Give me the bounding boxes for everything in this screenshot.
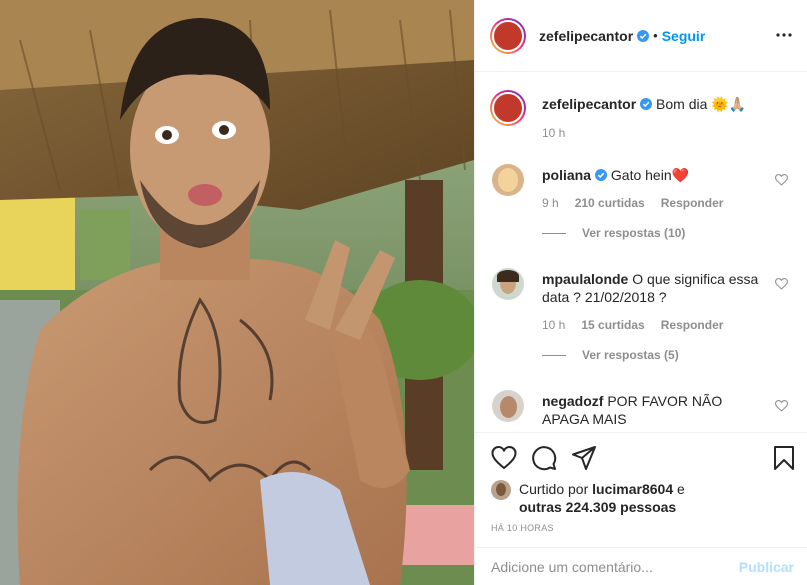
comment-time[interactable]: 10 h bbox=[542, 318, 565, 332]
commenter-username[interactable]: mpaulalonde bbox=[542, 271, 628, 287]
verified-badge-icon bbox=[637, 29, 650, 42]
separator-dot: • bbox=[653, 28, 658, 43]
comment-text: Gato hein❤️ bbox=[610, 167, 690, 183]
author-username[interactable]: zefelipecantor bbox=[539, 28, 633, 44]
view-replies-button[interactable]: Ver respostas (5) bbox=[542, 348, 762, 362]
comment-bubble-icon[interactable] bbox=[531, 445, 557, 471]
post-timestamp[interactable]: HÁ 10 HORAS bbox=[491, 523, 554, 533]
comment-like-count[interactable]: 210 curtidas bbox=[575, 196, 645, 210]
commenter-avatar[interactable] bbox=[492, 164, 524, 196]
post-image[interactable] bbox=[0, 0, 474, 585]
liked-by-user[interactable]: lucimar8604 bbox=[592, 481, 673, 497]
commenter-avatar[interactable] bbox=[492, 268, 524, 300]
verified-badge-icon bbox=[640, 98, 653, 110]
liked-by-others[interactable]: outras 224.309 pessoas bbox=[519, 499, 676, 515]
liked-by-prefix: Curtido por bbox=[519, 481, 589, 497]
caption-username[interactable]: zefelipecantor bbox=[542, 96, 636, 112]
like-heart-icon[interactable] bbox=[491, 445, 517, 471]
view-replies-button[interactable]: Ver respostas (10) bbox=[542, 226, 772, 240]
commenter-username[interactable]: poliana bbox=[542, 167, 591, 183]
liker-avatar[interactable] bbox=[491, 480, 511, 500]
comments-list[interactable]: zefelipecantor Bom dia 🌞🙏🏼 10 h poliana … bbox=[475, 72, 807, 432]
post-header: zefelipecantor • Seguir bbox=[475, 0, 807, 72]
caption-text: Bom dia 🌞🙏🏼 bbox=[656, 96, 747, 112]
reply-button[interactable]: Responder bbox=[661, 196, 724, 210]
more-options-icon[interactable] bbox=[774, 27, 794, 43]
reply-button[interactable]: Responder bbox=[661, 318, 724, 332]
replies-divider bbox=[542, 354, 566, 356]
caption-body: zefelipecantor Bom dia 🌞🙏🏼 10 h bbox=[542, 95, 746, 140]
replies-divider bbox=[542, 232, 566, 234]
view-replies-label: Ver respostas (10) bbox=[582, 226, 686, 240]
publish-button[interactable]: Publicar bbox=[739, 559, 794, 575]
save-bookmark-icon[interactable] bbox=[771, 445, 797, 471]
share-paper-plane-icon[interactable] bbox=[571, 445, 597, 471]
like-comment-heart-icon[interactable] bbox=[775, 400, 788, 412]
caption-avatar[interactable] bbox=[490, 90, 526, 126]
like-comment-heart-icon[interactable] bbox=[775, 278, 788, 290]
add-comment-bar: Adicione um comentário... Publicar bbox=[475, 547, 807, 585]
author-avatar[interactable] bbox=[490, 17, 526, 54]
comment-input[interactable]: Adicione um comentário... bbox=[491, 559, 653, 575]
commenter-username[interactable]: negadozf bbox=[542, 393, 603, 409]
likes-summary: Curtido por lucimar8604 e outras 224.309… bbox=[491, 480, 689, 516]
like-comment-heart-icon[interactable] bbox=[775, 174, 788, 186]
post-actions: Curtido por lucimar8604 e outras 224.309… bbox=[475, 432, 807, 547]
caption-time[interactable]: 10 h bbox=[542, 126, 565, 140]
post-details-panel: zefelipecantor • Seguir zefelipecantor B… bbox=[474, 0, 807, 585]
verified-badge-icon bbox=[595, 169, 608, 181]
liked-by-conj: e bbox=[677, 481, 685, 497]
commenter-avatar[interactable] bbox=[492, 390, 524, 422]
view-replies-label: Ver respostas (5) bbox=[582, 348, 679, 362]
follow-button[interactable]: Seguir bbox=[662, 28, 706, 44]
post-photo-illustration bbox=[0, 0, 474, 585]
comment-time[interactable]: 9 h bbox=[542, 196, 559, 210]
comment-like-count[interactable]: 15 curtidas bbox=[581, 318, 644, 332]
